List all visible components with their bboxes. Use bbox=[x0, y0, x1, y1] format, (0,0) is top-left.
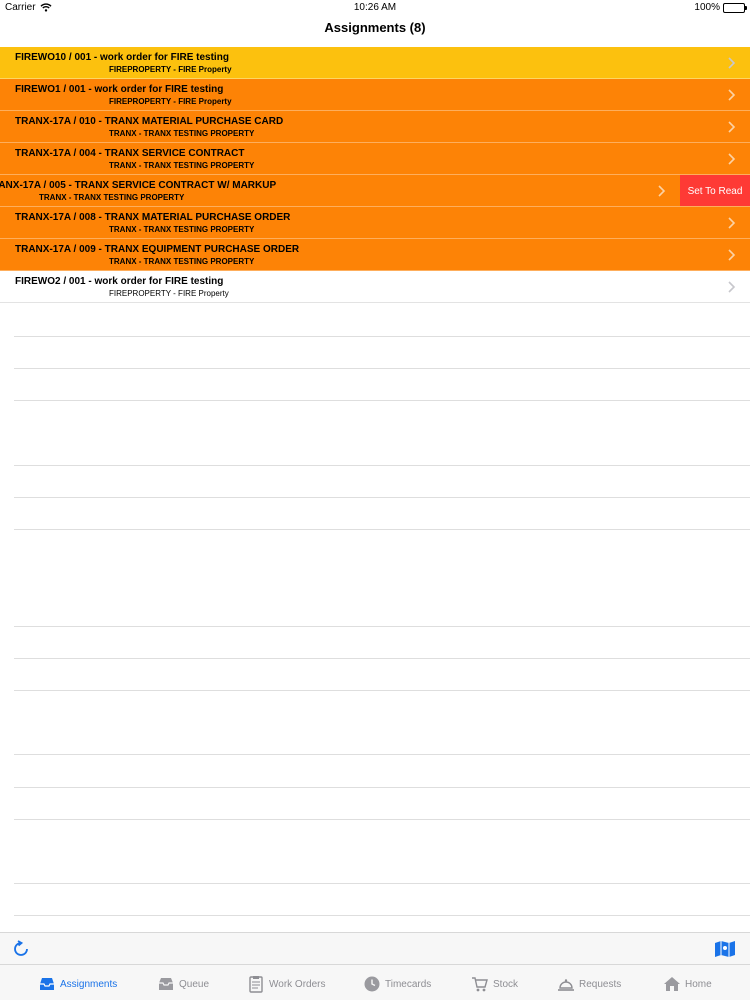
house-icon bbox=[664, 977, 680, 991]
tab-label: Requests bbox=[579, 978, 622, 990]
inbox-icon bbox=[40, 978, 54, 990]
service-bell-icon bbox=[558, 979, 574, 991]
row-separator bbox=[14, 787, 750, 788]
list-item[interactable]: TRANX-17A / 004 - TRANX SERVICE CONTRACT… bbox=[0, 143, 750, 175]
assignment-list: FIREWO10 / 001 - work order for FIRE tes… bbox=[0, 47, 750, 303]
tab-label: Home bbox=[685, 978, 712, 990]
row-separator bbox=[14, 465, 750, 466]
row-separator bbox=[14, 336, 750, 337]
page-title: Assignments (8) bbox=[324, 20, 426, 35]
list-item-subtitle: TRANX - TRANX TESTING PROPERTY bbox=[109, 161, 255, 170]
clock-icon bbox=[364, 976, 380, 992]
list-item[interactable]: TRANX-17A / 009 - TRANX EQUIPMENT PURCHA… bbox=[0, 239, 750, 271]
list-item[interactable]: FIREWO10 / 001 - work order for FIRE tes… bbox=[0, 47, 750, 79]
list-item-title: TRANX-17A / 008 - TRANX MATERIAL PURCHAS… bbox=[15, 212, 291, 223]
tab-label: Timecards bbox=[385, 978, 432, 990]
list-item[interactable]: FIREWO1 / 001 - work order for FIRE test… bbox=[0, 79, 750, 111]
list-item-title: TRANX-17A / 009 - TRANX EQUIPMENT PURCHA… bbox=[15, 244, 300, 255]
row-separator bbox=[14, 368, 750, 369]
tab-label: Stock bbox=[493, 978, 519, 990]
list-item-subtitle: FIREPROPERTY - FIRE Property bbox=[109, 97, 232, 106]
list-item-subtitle: TRANX - TRANX TESTING PROPERTY bbox=[109, 129, 255, 138]
row-separator bbox=[14, 529, 750, 530]
chevron-right-icon bbox=[728, 249, 736, 261]
set-to-read-button[interactable]: Set To Read bbox=[680, 175, 750, 206]
row-separator bbox=[14, 690, 750, 691]
list-item[interactable]: TRANX-17A / 008 - TRANX MATERIAL PURCHAS… bbox=[0, 207, 750, 239]
row-separator bbox=[14, 754, 750, 755]
battery-icon bbox=[723, 2, 747, 13]
chevron-right-icon bbox=[728, 217, 736, 229]
row-separator bbox=[14, 497, 750, 498]
battery-info: 100% bbox=[694, 2, 747, 13]
list-item-swiped[interactable]: TRANX-17A / 005 - TRANX SERVICE CONTRACT… bbox=[0, 175, 750, 207]
chevron-right-icon bbox=[728, 89, 736, 101]
tab-requests[interactable]: Requests bbox=[557, 973, 621, 995]
list-item-title: TRANX-17A / 004 - TRANX SERVICE CONTRACT bbox=[15, 148, 245, 159]
battery-percent: 100% bbox=[694, 2, 720, 13]
status-bar: Carrier 10:26 AM 100% bbox=[0, 0, 750, 16]
chevron-right-icon bbox=[658, 185, 666, 197]
refresh-icon[interactable] bbox=[12, 940, 30, 958]
tab-queue[interactable]: Queue bbox=[157, 973, 209, 995]
list-item[interactable]: TRANX-17A / 010 - TRANX MATERIAL PURCHAS… bbox=[0, 111, 750, 143]
tab-assignments[interactable]: Assignments bbox=[38, 973, 117, 995]
row-separator bbox=[14, 915, 750, 916]
list-item-subtitle: TRANX - TRANX TESTING PROPERTY bbox=[109, 225, 255, 234]
cart-icon bbox=[472, 977, 488, 992]
tab-label: Work Orders bbox=[269, 978, 326, 990]
row-separator bbox=[14, 819, 750, 820]
clipboard-icon bbox=[249, 976, 263, 993]
tab-label: Queue bbox=[179, 978, 210, 990]
tab-work-orders[interactable]: Work Orders bbox=[247, 973, 326, 995]
list-item-subtitle: FIREPROPERTY - FIRE Property bbox=[109, 65, 232, 74]
row-separator bbox=[14, 883, 750, 884]
row-separator bbox=[14, 658, 750, 659]
list-item-subtitle: TRANX - TRANX TESTING PROPERTY bbox=[109, 257, 255, 266]
list-item-title: FIREWO10 / 001 - work order for FIRE tes… bbox=[15, 52, 229, 63]
tab-timecards[interactable]: Timecards bbox=[363, 973, 431, 995]
tab-home[interactable]: Home bbox=[663, 973, 712, 995]
tab-bar: Assignments Queue Work Orders Timecards … bbox=[0, 964, 750, 1000]
chevron-right-icon bbox=[728, 153, 736, 165]
list-item-title: TRANX-17A / 010 - TRANX MATERIAL PURCHAS… bbox=[15, 116, 284, 127]
list-item-title: TRANX-17A / 005 - TRANX SERVICE CONTRACT… bbox=[0, 180, 277, 191]
chevron-right-icon bbox=[728, 57, 736, 69]
row-separator bbox=[14, 400, 750, 401]
list-item-subtitle: TRANX - TRANX TESTING PROPERTY bbox=[39, 193, 185, 202]
bottom-toolbar bbox=[0, 932, 750, 964]
map-icon[interactable] bbox=[714, 940, 736, 958]
row-separator bbox=[14, 626, 750, 627]
empty-rows bbox=[14, 272, 750, 932]
tray-icon bbox=[159, 978, 173, 990]
chevron-right-icon bbox=[728, 121, 736, 133]
tab-label: Assignments bbox=[60, 978, 118, 990]
tab-stock[interactable]: Stock bbox=[471, 973, 518, 995]
list-item-title: FIREWO1 / 001 - work order for FIRE test… bbox=[15, 84, 224, 95]
status-time: 10:26 AM bbox=[353, 2, 397, 13]
